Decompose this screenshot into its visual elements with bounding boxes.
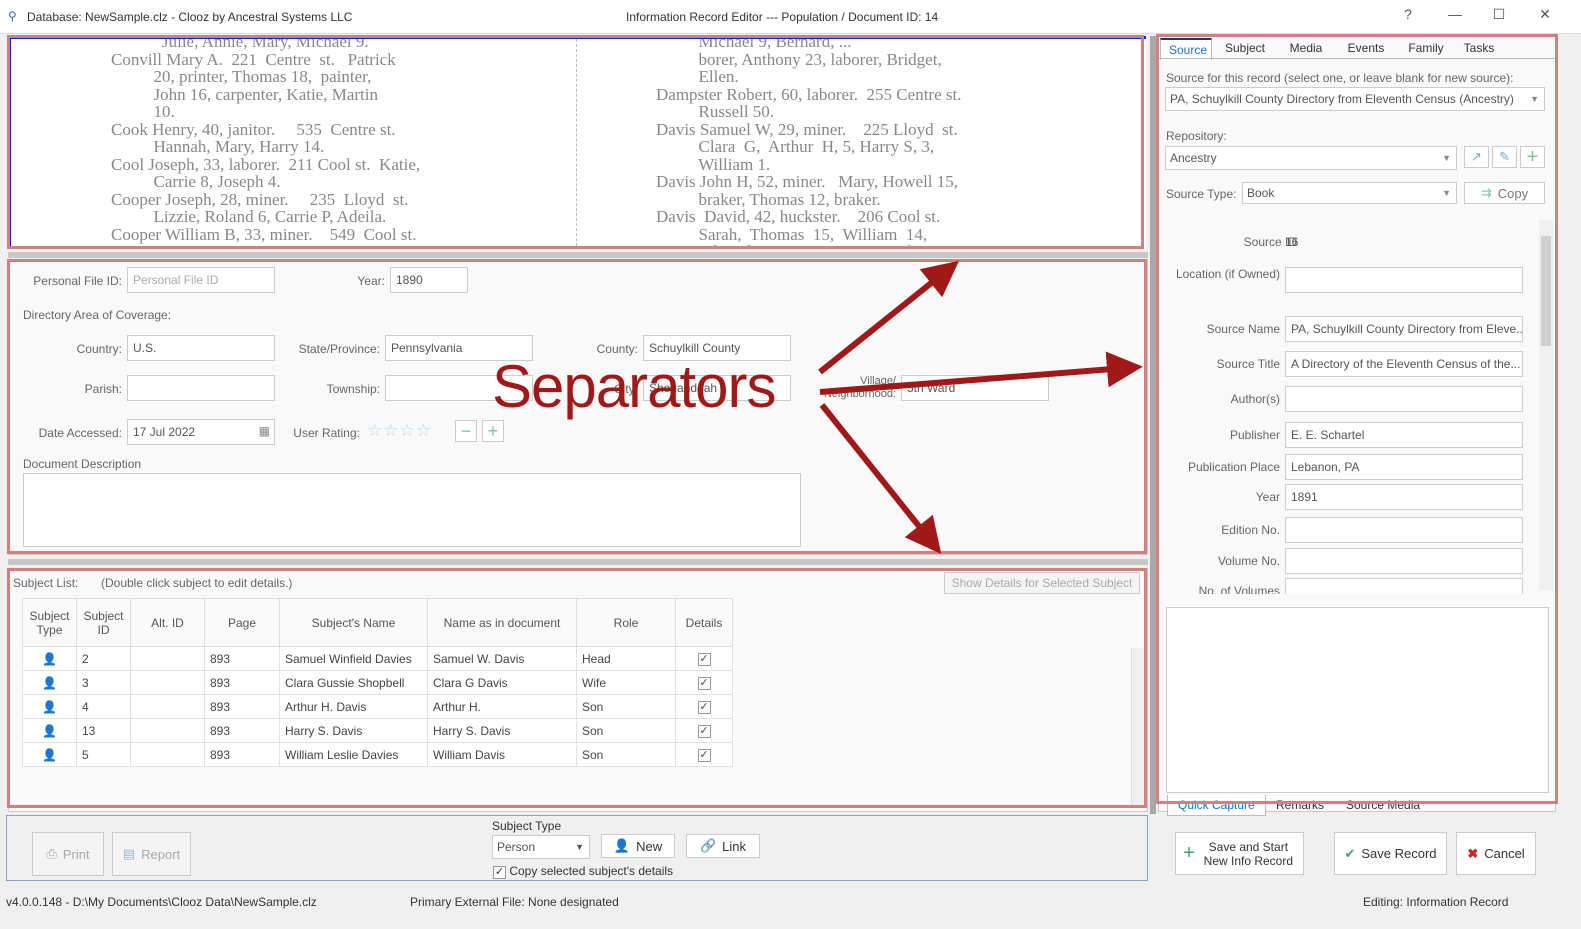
arrow-to-vertical-separator xyxy=(819,351,1143,395)
arrow-to-top-separator xyxy=(818,260,960,375)
separators-annotation: Separators xyxy=(492,353,776,420)
arrow-to-bottom-separator xyxy=(819,403,942,555)
annotation-arrows xyxy=(818,260,1143,555)
